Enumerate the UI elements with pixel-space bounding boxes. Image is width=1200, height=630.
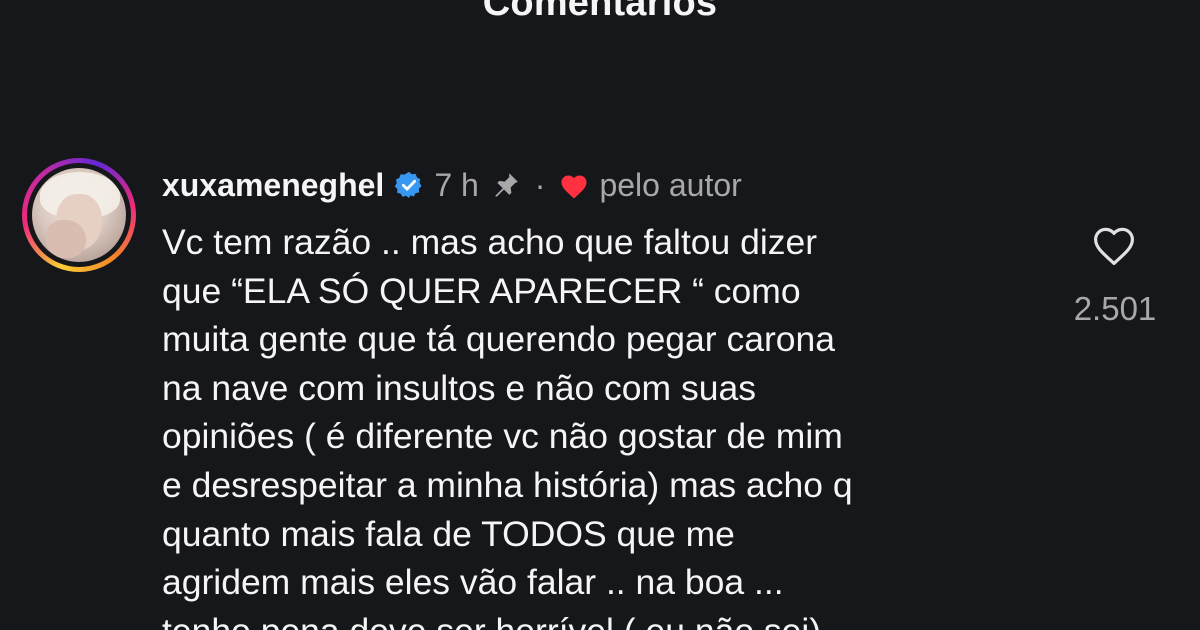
sheet-title: Comentários: [482, 0, 718, 24]
comment-text-line: muita gente que tá querendo pegar carona: [162, 319, 836, 360]
separator-dot: ·: [534, 166, 546, 203]
avatar[interactable]: [22, 158, 136, 272]
comment-text-line: opiniões ( é diferente vc não gostar de …: [162, 416, 843, 457]
like-button[interactable]: [1090, 223, 1138, 267]
avatar-hand: [46, 220, 86, 258]
comment-text-line: que “ELA SÓ QUER APARECER “ como: [162, 270, 801, 311]
heart-filled-icon: [559, 171, 589, 199]
comment-time: 7 h: [434, 166, 479, 203]
comment-text-line: tenho pena deve ser horrível ( eu não se…: [162, 607, 1042, 630]
comment-text-line: agridem mais eles vão falar .. na boa ..…: [162, 562, 784, 603]
verified-badge-icon: [394, 170, 424, 200]
avatar-photo: [32, 168, 126, 262]
comment-header: xuxameneghel 7 h · pelo autor: [162, 162, 742, 208]
comments-screen: Comentários xuxameneghel 7 h · pelo auto…: [0, 0, 1200, 630]
comment-text: Vc tem razão .. mas acho que faltou dize…: [162, 218, 1042, 630]
comment-text-line: e desrespeitar a minha história) mas ach…: [162, 464, 853, 505]
author-liked-label: pelo autor: [599, 166, 742, 203]
comment-text-line: Vc tem razão .. mas acho que faltou dize…: [162, 222, 818, 262]
pin-icon: [491, 170, 521, 200]
like-count: 2.501: [1073, 290, 1157, 327]
comment-text-line: na nave com insultos e não com suas: [162, 367, 756, 408]
comment-username[interactable]: xuxameneghel: [162, 167, 384, 204]
heart-outline-icon: [1094, 227, 1134, 265]
comment-text-line: quanto mais fala de TODOS que me: [162, 513, 735, 554]
